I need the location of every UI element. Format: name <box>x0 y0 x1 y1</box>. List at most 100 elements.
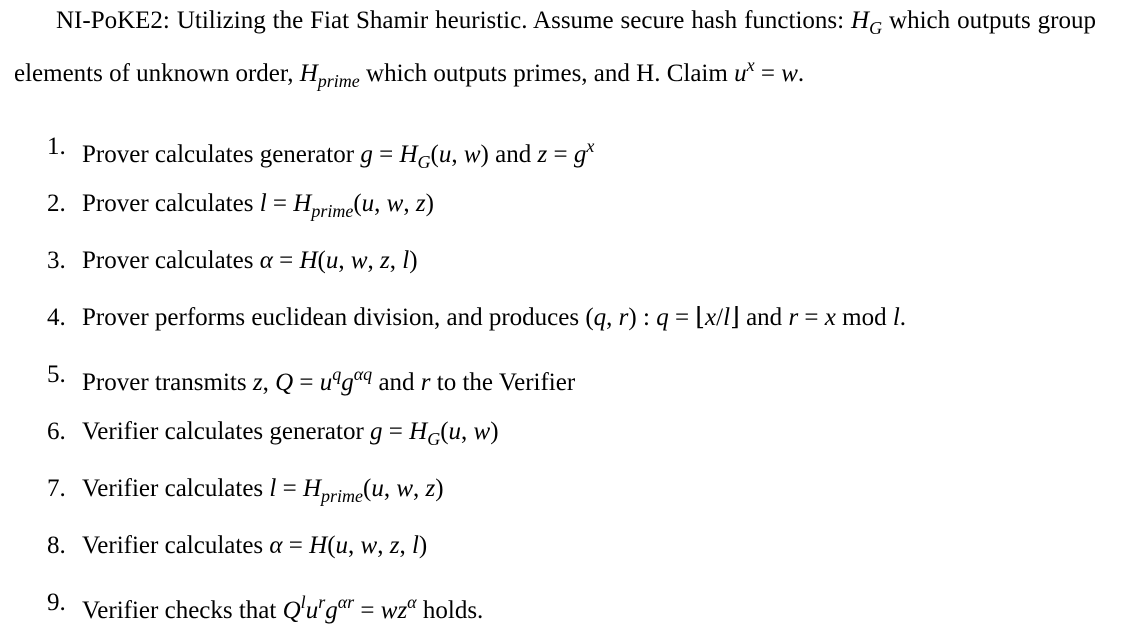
math-symbol: α <box>259 247 273 274</box>
math-symbol: g <box>341 369 354 396</box>
math-operator: = <box>276 475 303 502</box>
step-number: 8. <box>47 532 66 559</box>
math-symbol: H <box>302 475 322 502</box>
math-symbol: z <box>252 369 263 396</box>
math-symbol: z <box>415 190 426 217</box>
math-symbol: u <box>734 60 747 87</box>
math-symbol: u <box>448 418 462 445</box>
math-operator: , <box>367 247 381 274</box>
math-operator: ( <box>353 190 362 217</box>
math-subscript: G <box>427 429 441 449</box>
math-operator: , <box>389 247 403 274</box>
math-symbol: w <box>360 532 378 559</box>
math-operator: = <box>282 532 310 559</box>
text: Prover calculates generator <box>82 141 361 168</box>
math-operator: ) <box>490 418 499 445</box>
text: NI-PoKE2: Utilizing the Fiat Shamir heur… <box>56 7 852 34</box>
text: Prover performs euclidean division, and … <box>82 304 586 331</box>
text: to the Verifier <box>430 369 576 396</box>
math-operator: = <box>354 597 381 624</box>
text: and <box>739 304 789 331</box>
step-number: 4. <box>47 304 66 331</box>
text: Verifier calculates <box>82 475 270 502</box>
text: and <box>372 369 421 396</box>
math-symbol: H <box>293 190 312 217</box>
math-superscript: q <box>332 364 342 384</box>
math-operator: . <box>797 60 805 87</box>
math-symbol: z <box>380 247 390 274</box>
math-symbol: g <box>370 418 383 445</box>
math-symbol: H <box>299 60 318 87</box>
math-symbol: l <box>892 304 900 331</box>
math-subscript: G <box>417 152 431 172</box>
math-symbol: q <box>593 304 607 331</box>
math-superscript: αr <box>337 592 355 612</box>
math-operator: , <box>606 304 619 331</box>
math-symbol: Q <box>275 369 294 396</box>
math-operator: = <box>372 141 400 168</box>
text: Verifier checks that <box>82 597 283 624</box>
step-number: 5. <box>47 361 66 388</box>
step-text: Prover calculates l = Hprime(u, w, z) <box>82 185 434 230</box>
step-number: 7. <box>47 475 66 502</box>
math-operator: = <box>382 418 410 445</box>
math-operator: , <box>451 141 464 168</box>
math-operator: = <box>293 369 320 396</box>
step-number: 2. <box>47 190 66 217</box>
math-operator: = <box>798 304 825 331</box>
math-operator: = ⌊ <box>668 304 706 331</box>
step-text: Verifier calculates α = H(u, w, z, l) <box>82 527 427 564</box>
math-operator: , <box>338 247 351 274</box>
math-operator: , <box>413 475 426 502</box>
math-symbol: z <box>425 475 436 502</box>
math-operator: , <box>374 190 387 217</box>
math-operator: ( <box>317 247 326 274</box>
math-symbol: r <box>788 304 799 331</box>
step-text: Prover calculates α = H(u, w, z, l) <box>82 242 418 279</box>
math-symbol: w <box>350 247 368 274</box>
math-symbol: r <box>420 369 431 396</box>
math-superscript: x <box>746 55 755 75</box>
step-text: Prover transmits z, Q = uqgαq and r to t… <box>82 356 575 401</box>
math-operator: ) <box>409 247 418 274</box>
step-text: Verifier calculates l = Hprime(u, w, z) <box>82 470 444 515</box>
math-operator: = <box>266 190 294 217</box>
math-symbol: l <box>259 190 267 217</box>
math-symbol: z <box>537 141 548 168</box>
math-subscript: G <box>869 18 883 38</box>
math-operator: , <box>403 190 416 217</box>
text: Prover calculates <box>82 247 260 274</box>
text: Prover calculates <box>82 190 260 217</box>
math-symbol: u <box>361 190 375 217</box>
math-operator: , <box>262 369 276 396</box>
text: Prover transmits <box>82 369 253 396</box>
math-symbol: H <box>309 532 328 559</box>
math-operator: , <box>383 475 397 502</box>
math-symbol: g <box>360 141 373 168</box>
intro-paragraph: NI-PoKE2: Utilizing the Fiat Shamir heur… <box>14 2 1096 100</box>
math-operator: = <box>547 141 574 168</box>
math-subscript: prime <box>317 71 360 91</box>
math-symbol: u <box>319 369 333 396</box>
math-operator: ) <box>425 190 434 217</box>
math-symbol: r <box>618 304 629 331</box>
math-superscript: αq <box>353 364 373 384</box>
text: Verifier calculates <box>82 532 270 559</box>
math-symbol: H <box>409 418 428 445</box>
math-operator: , <box>399 532 412 559</box>
math-symbol: H <box>851 7 870 34</box>
math-symbol: x <box>705 304 717 331</box>
math-symbol: H <box>299 247 318 274</box>
step-number: 3. <box>47 247 66 274</box>
math-operator: ) : <box>628 304 657 331</box>
step-number: 9. <box>47 589 66 616</box>
math-operator: . <box>899 304 907 331</box>
math-operator: ( <box>440 418 449 445</box>
math-symbol: w <box>781 60 798 87</box>
step-text: Prover calculates generator g = HG(u, w)… <box>82 128 594 181</box>
math-symbol: w <box>473 418 491 445</box>
math-symbol: g <box>573 141 587 168</box>
math-superscript: α <box>407 592 417 612</box>
math-subscript: prime <box>311 201 354 221</box>
math-operator: = <box>754 60 782 87</box>
